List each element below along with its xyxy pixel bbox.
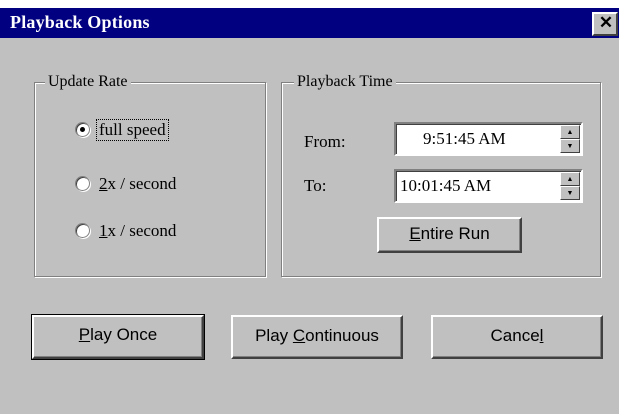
playback-time-group: Playback Time From: 9:51:45 AM ▲ ▼ To: 1… — [281, 72, 601, 277]
from-time-value[interactable]: 9:51:45 AM — [423, 128, 506, 150]
radio-unchecked-icon — [75, 223, 90, 238]
radio-2x-second-label: 2x / second — [99, 174, 177, 193]
cancel-button[interactable]: Cancel — [431, 315, 603, 359]
from-spin-down-icon[interactable]: ▼ — [560, 139, 580, 153]
play-once-button[interactable]: Play Once — [31, 314, 205, 360]
title-bar[interactable]: Playback Options ✕ — [0, 8, 619, 38]
to-time-value[interactable]: 10:01:45 AM — [400, 175, 491, 197]
to-label: To: — [304, 176, 327, 195]
radio-1x-second-label: 1x / second — [99, 221, 177, 240]
radio-unchecked-icon — [75, 176, 90, 191]
from-label: From: — [304, 132, 346, 151]
update-rate-group: Update Rate full speed 2x / second 1x / … — [34, 72, 266, 277]
radio-checked-icon — [75, 122, 90, 137]
playback-time-legend: Playback Time — [294, 72, 396, 92]
update-rate-legend: Update Rate — [45, 72, 131, 92]
to-spin-down-icon[interactable]: ▼ — [560, 186, 580, 200]
close-icon: ✕ — [598, 13, 614, 32]
radio-full-speed-label: full speed — [96, 119, 169, 141]
entire-run-button[interactable]: Entire Run — [377, 217, 522, 253]
close-button[interactable]: ✕ — [592, 12, 618, 36]
play-continuous-button[interactable]: Play Continuous — [231, 315, 403, 359]
to-spin-up-icon[interactable]: ▲ — [560, 172, 580, 186]
to-spin-buttons: ▲ ▼ — [560, 172, 580, 200]
from-time-spinner[interactable]: 9:51:45 AM ▲ ▼ — [394, 122, 583, 156]
from-spin-buttons: ▲ ▼ — [560, 125, 580, 153]
window-title: Playback Options — [10, 12, 150, 32]
from-spin-up-icon[interactable]: ▲ — [560, 125, 580, 139]
to-time-spinner[interactable]: 10:01:45 AM ▲ ▼ — [394, 169, 583, 203]
